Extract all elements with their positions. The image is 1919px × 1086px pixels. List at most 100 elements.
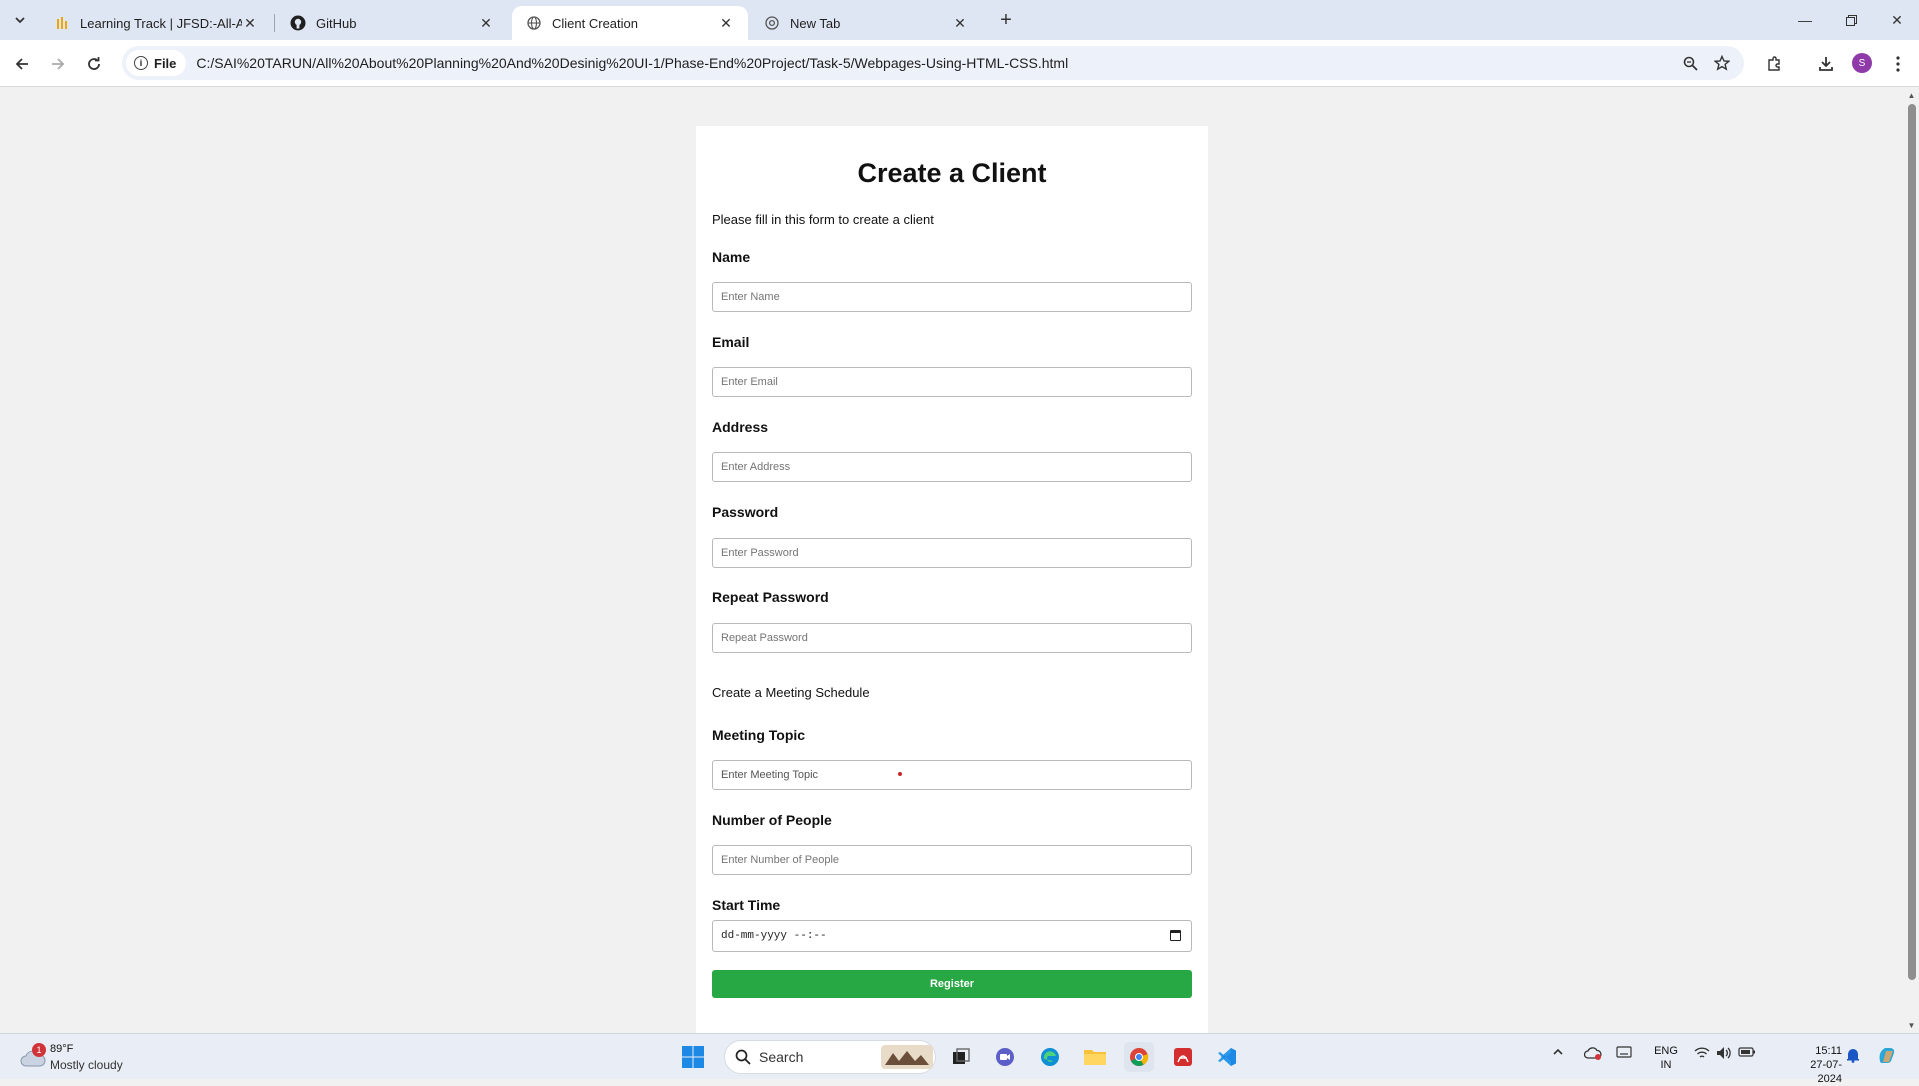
zoom-icon[interactable]	[1680, 53, 1700, 73]
taskbar-search[interactable]: Search	[724, 1040, 936, 1074]
email-input[interactable]	[712, 367, 1192, 397]
browser-toolbar: i File C:/SAI%20TARUN/All%20About%20Plan…	[0, 40, 1919, 87]
copilot-button[interactable]	[1876, 1044, 1898, 1069]
scroll-down-icon[interactable]: ▼	[1907, 1021, 1916, 1030]
close-tab-icon[interactable]: ✕	[242, 15, 258, 31]
page-scrollbar[interactable]: ▲ ▼	[1904, 88, 1919, 1033]
chevron-down-icon	[15, 17, 25, 24]
teams-chat-icon	[996, 1048, 1014, 1066]
tab-client-creation[interactable]: Client Creation ✕	[512, 6, 748, 40]
plus-icon: +	[1000, 8, 1012, 31]
close-tab-icon[interactable]: ✕	[478, 15, 494, 31]
num-people-input[interactable]	[712, 845, 1192, 875]
address-bar[interactable]: i File C:/SAI%20TARUN/All%20About%20Plan…	[122, 46, 1744, 80]
page-viewport: Create a Client Please fill in this form…	[0, 88, 1904, 1056]
address-label: Address	[712, 419, 769, 435]
battery-icon	[1738, 1047, 1755, 1057]
close-tab-icon[interactable]: ✕	[952, 15, 968, 31]
extensions-button[interactable]	[1762, 52, 1786, 76]
tab-search-button[interactable]	[8, 8, 32, 32]
tab-new-tab[interactable]: New Tab ✕	[750, 6, 982, 40]
vscode-icon	[1218, 1048, 1236, 1066]
task-view-app[interactable]	[946, 1042, 976, 1072]
task-view-icon	[953, 1048, 970, 1064]
url-text[interactable]: C:/SAI%20TARUN/All%20About%20Planning%20…	[196, 55, 1068, 71]
site-info-chip[interactable]: i File	[126, 50, 187, 76]
start-time-value: dd-mm-yyyy --:--	[721, 930, 827, 942]
bookmark-star-icon[interactable]	[1712, 53, 1732, 73]
minimize-icon: —	[1798, 12, 1812, 28]
clock-date: 27-07-2024	[1810, 1059, 1842, 1085]
meeting-topic-placeholder: Enter Meeting Topic	[721, 769, 819, 781]
cloud-sync-icon	[1583, 1047, 1602, 1060]
start-button[interactable]	[678, 1042, 708, 1072]
num-people-label: Number of People	[712, 812, 832, 828]
password-input[interactable]	[712, 538, 1192, 568]
chevron-up-icon	[1553, 1048, 1563, 1055]
chrome-icon	[764, 15, 780, 31]
onedrive-status[interactable]	[1583, 1046, 1602, 1063]
restore-icon	[1845, 14, 1857, 26]
menu-button[interactable]	[1886, 52, 1910, 76]
battery-tray[interactable]	[1738, 1046, 1756, 1061]
keyboard-tray[interactable]	[1616, 1046, 1632, 1061]
reload-button[interactable]	[80, 50, 108, 78]
volume-tray[interactable]	[1716, 1046, 1732, 1063]
site-chip-label: File	[154, 55, 177, 71]
meeting-topic-input[interactable]: Enter Meeting Topic	[712, 760, 1192, 790]
info-icon: i	[134, 56, 148, 70]
language-indicator[interactable]: ENG IN	[1652, 1044, 1680, 1072]
address-input[interactable]	[712, 452, 1192, 482]
new-tab-button[interactable]: +	[992, 8, 1020, 32]
restore-button[interactable]	[1828, 6, 1874, 34]
weather-widget[interactable]: 1 89°F Mostly cloudy	[18, 1042, 148, 1074]
vscode-app[interactable]	[1212, 1042, 1242, 1072]
kebab-menu-icon	[1896, 56, 1900, 72]
name-input[interactable]	[712, 282, 1192, 312]
keyboard-icon	[1616, 1046, 1632, 1058]
volume-icon	[1717, 1047, 1731, 1059]
start-time-label: Start Time	[712, 897, 781, 913]
start-time-input[interactable]: dd-mm-yyyy --:--	[712, 920, 1192, 952]
back-button[interactable]	[8, 50, 36, 78]
forward-button[interactable]	[44, 50, 72, 78]
wifi-tray[interactable]	[1694, 1046, 1710, 1063]
notifications-button[interactable]	[1846, 1047, 1860, 1066]
tab-learning-track[interactable]: Learning Track | JFSD:-All-About ✕	[40, 6, 272, 40]
minimize-button[interactable]: —	[1782, 6, 1828, 34]
close-window-button[interactable]: ✕	[1874, 6, 1919, 34]
pdf-icon	[1174, 1048, 1192, 1066]
search-label: Search	[759, 1049, 804, 1065]
bell-icon	[1847, 1049, 1859, 1063]
file-explorer-app[interactable]	[1080, 1042, 1110, 1072]
chrome-icon	[1130, 1048, 1149, 1066]
register-button[interactable]: Register	[712, 970, 1192, 998]
show-hidden-icons[interactable]	[1552, 1046, 1564, 1061]
tab-title: New Tab	[790, 15, 841, 31]
calendar-icon[interactable]	[1170, 930, 1181, 941]
language-code: ENG	[1654, 1045, 1678, 1057]
scroll-thumb[interactable]	[1908, 104, 1916, 980]
tab-strip: Learning Track | JFSD:-All-About ✕ GitHu…	[0, 0, 1919, 40]
scroll-up-icon[interactable]: ▲	[1907, 91, 1916, 100]
weather-condition: Mostly cloudy	[50, 1058, 123, 1072]
chrome-app[interactable]	[1124, 1042, 1154, 1072]
puzzle-icon	[1768, 56, 1780, 71]
windows-taskbar: 1 89°F Mostly cloudy Search ENG IN 15:11…	[0, 1033, 1919, 1085]
downloads-button[interactable]	[1814, 52, 1838, 76]
edge-app[interactable]	[1035, 1042, 1065, 1072]
system-clock[interactable]: 15:11 27-07-2024	[1790, 1044, 1842, 1086]
meeting-section-heading: Create a Meeting Schedule	[712, 685, 870, 700]
forward-arrow-icon	[52, 58, 65, 70]
teams-app[interactable]	[990, 1042, 1020, 1072]
tab-github[interactable]: GitHub ✕	[276, 6, 508, 40]
acrobat-app[interactable]	[1168, 1042, 1198, 1072]
repeat-password-input[interactable]	[712, 623, 1192, 653]
close-tab-icon[interactable]: ✕	[718, 15, 734, 31]
clock-time: 15:11	[1815, 1045, 1842, 1057]
back-arrow-icon	[15, 58, 28, 70]
profile-avatar[interactable]: S	[1852, 53, 1872, 73]
client-form: Create a Client Please fill in this form…	[696, 126, 1208, 1056]
weather-alert-badge: 1	[32, 1043, 46, 1057]
reload-icon	[88, 57, 100, 70]
